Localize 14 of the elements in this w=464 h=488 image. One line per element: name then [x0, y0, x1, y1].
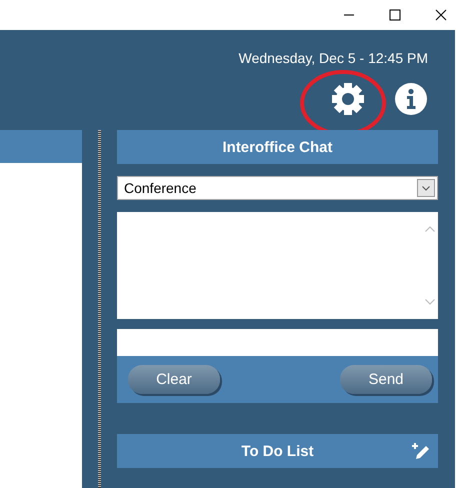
room-dropdown[interactable]: Conference: [117, 176, 438, 200]
date-time: Wednesday, Dec 5 - 12:45 PM: [238, 50, 428, 66]
panel-title: Interoffice Chat: [117, 130, 438, 164]
add-edit-icon[interactable]: [412, 442, 430, 460]
clear-button[interactable]: Clear: [128, 365, 220, 394]
info-icon[interactable]: [395, 83, 427, 115]
close-icon[interactable]: [435, 9, 447, 21]
splitter[interactable]: [98, 130, 101, 488]
message-field[interactable]: [117, 329, 438, 356]
send-button[interactable]: Send: [340, 365, 432, 394]
panel-title: To Do List: [117, 434, 438, 468]
settings-icon[interactable]: [331, 82, 365, 116]
chevron-down-icon[interactable]: [417, 179, 435, 197]
maximize-icon[interactable]: [389, 9, 401, 21]
